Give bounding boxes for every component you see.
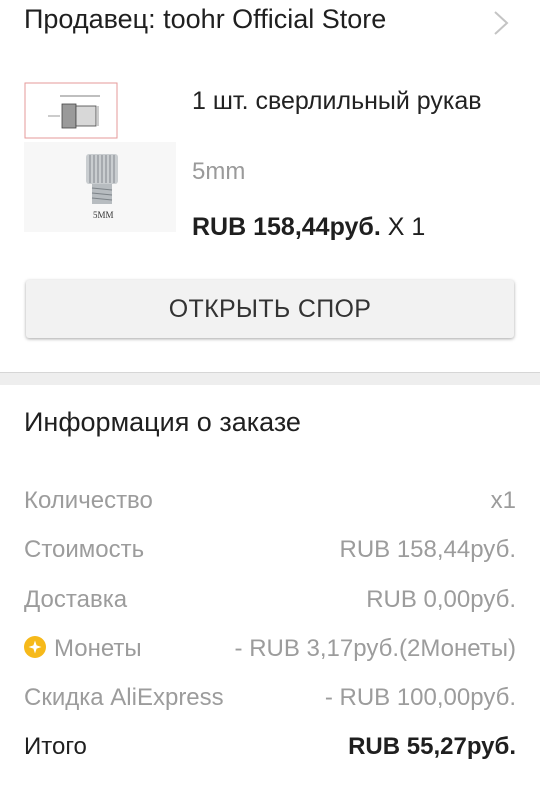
product-image[interactable]: 5MM — [24, 82, 176, 232]
open-dispute-button[interactable]: ОТКРЫТЬ СПОР — [26, 280, 514, 338]
seller-row[interactable]: Продавец: toohr Official Store — [0, 0, 540, 50]
product-price: RUB 158,44руб. — [192, 213, 381, 241]
total-value: RUB 55,27руб. — [348, 733, 516, 760]
info-label: Стоимость — [24, 536, 145, 563]
info-row-total: Итого RUB 55,27руб. — [24, 733, 516, 769]
info-value: x1 — [490, 487, 516, 514]
total-label: Итого — [24, 733, 87, 760]
info-label: Скидка AliExpress — [24, 684, 224, 711]
info-value: RUB 0,00руб. — [366, 586, 516, 613]
info-row-discount: Скидка AliExpress - RUB 100,00руб. — [24, 684, 516, 720]
product-quantity: X 1 — [387, 213, 426, 241]
info-row-coins: Монеты - RUB 3,17руб.(2Монеты) — [24, 635, 516, 671]
order-info-title: Информация о заказе — [24, 407, 301, 437]
product-image-label: 5MM — [93, 210, 114, 220]
info-label: Монеты — [54, 635, 142, 662]
chevron-right-icon — [494, 11, 509, 35]
info-row-cost: Стоимость RUB 158,44руб. — [24, 536, 516, 572]
seller-name: Продавец: toohr Official Store — [24, 4, 387, 34]
section-divider — [0, 372, 540, 385]
product-price-line: RUB 158,44руб. X 1 — [192, 213, 425, 242]
info-value: RUB 158,44руб. — [339, 536, 516, 563]
info-label: Количество — [24, 487, 153, 514]
product-variant: 5mm — [192, 158, 246, 185]
info-value: - RUB 100,00руб. — [324, 684, 516, 711]
info-label: Доставка — [24, 586, 128, 613]
product-title[interactable]: 1 шт. сверлильный рукав — [192, 86, 512, 117]
coins-label-group: Монеты — [24, 635, 142, 663]
info-row-quantity: Количество x1 — [24, 487, 516, 523]
info-value: - RUB 3,17руб.(2Монеты) — [234, 635, 516, 662]
product-thumbnail: 5MM — [24, 82, 176, 232]
info-row-shipping: Доставка RUB 0,00руб. — [24, 586, 516, 622]
coin-icon — [24, 636, 46, 658]
